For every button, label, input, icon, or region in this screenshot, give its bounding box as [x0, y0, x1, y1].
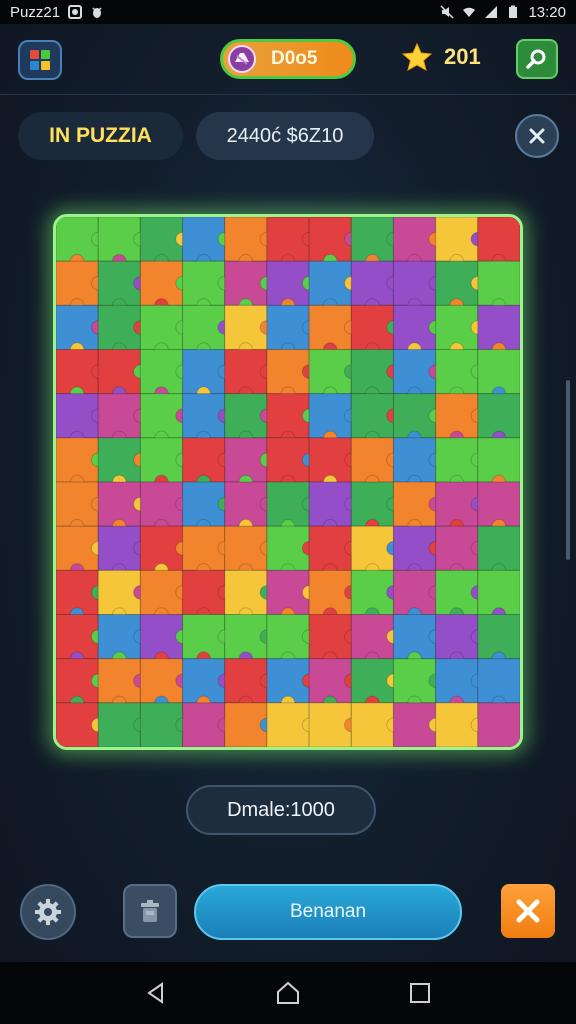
star-value: 201 [444, 44, 481, 69]
star-counter: 201 [402, 42, 481, 72]
close-bottom-button[interactable] [501, 884, 555, 938]
status-time: 13:20 [528, 3, 566, 21]
status-left: Puzz21 [10, 4, 104, 21]
main-action-button[interactable]: Benanan [194, 884, 462, 940]
bug-icon [92, 7, 102, 18]
recents-icon [410, 983, 430, 1003]
search-button[interactable] [516, 39, 558, 79]
coin-value: D0o5 [271, 48, 318, 69]
gear-icon [35, 899, 61, 925]
gem-coin-icon [228, 45, 256, 73]
puzzle-code: 2440ć $6Z10 [196, 112, 374, 160]
puzzle-title: IN PUZZIA [18, 112, 183, 160]
trash-icon [141, 900, 159, 922]
status-bar: Puzz21 13:20 [0, 0, 576, 24]
puzzle-pieces[interactable] [56, 217, 520, 747]
blocks-menu-icon [30, 50, 50, 70]
close-button[interactable] [515, 114, 559, 158]
coin-counter[interactable]: D0o5 [220, 39, 356, 79]
search-icon [526, 49, 546, 69]
wifi-icon [463, 7, 476, 17]
settings-button[interactable] [20, 884, 76, 940]
moves-counter: Dmale:1000 [186, 785, 376, 835]
puzzle-board[interactable] [53, 214, 523, 750]
nav-recents-button[interactable] [406, 979, 434, 1007]
scrollbar[interactable] [566, 380, 570, 560]
close-icon [529, 128, 545, 144]
menu-button[interactable] [18, 40, 62, 80]
battery-icon [509, 5, 518, 18]
board-gloss [56, 217, 520, 747]
status-app-name: Puzz21 [10, 3, 61, 21]
star-icon [402, 42, 432, 72]
signal-icon [485, 6, 498, 18]
nav-home-button[interactable] [274, 979, 302, 1007]
trash-button[interactable] [123, 884, 177, 938]
back-icon [147, 982, 163, 1004]
close-icon [516, 899, 540, 923]
status-right: 13:20 [440, 4, 566, 21]
notification-icon [68, 5, 83, 19]
nav-back-button[interactable] [142, 979, 170, 1007]
top-bar: D0o5 201 [0, 24, 576, 95]
mute-icon [440, 5, 454, 19]
nav-bar [0, 962, 576, 1024]
home-icon [277, 981, 299, 1004]
